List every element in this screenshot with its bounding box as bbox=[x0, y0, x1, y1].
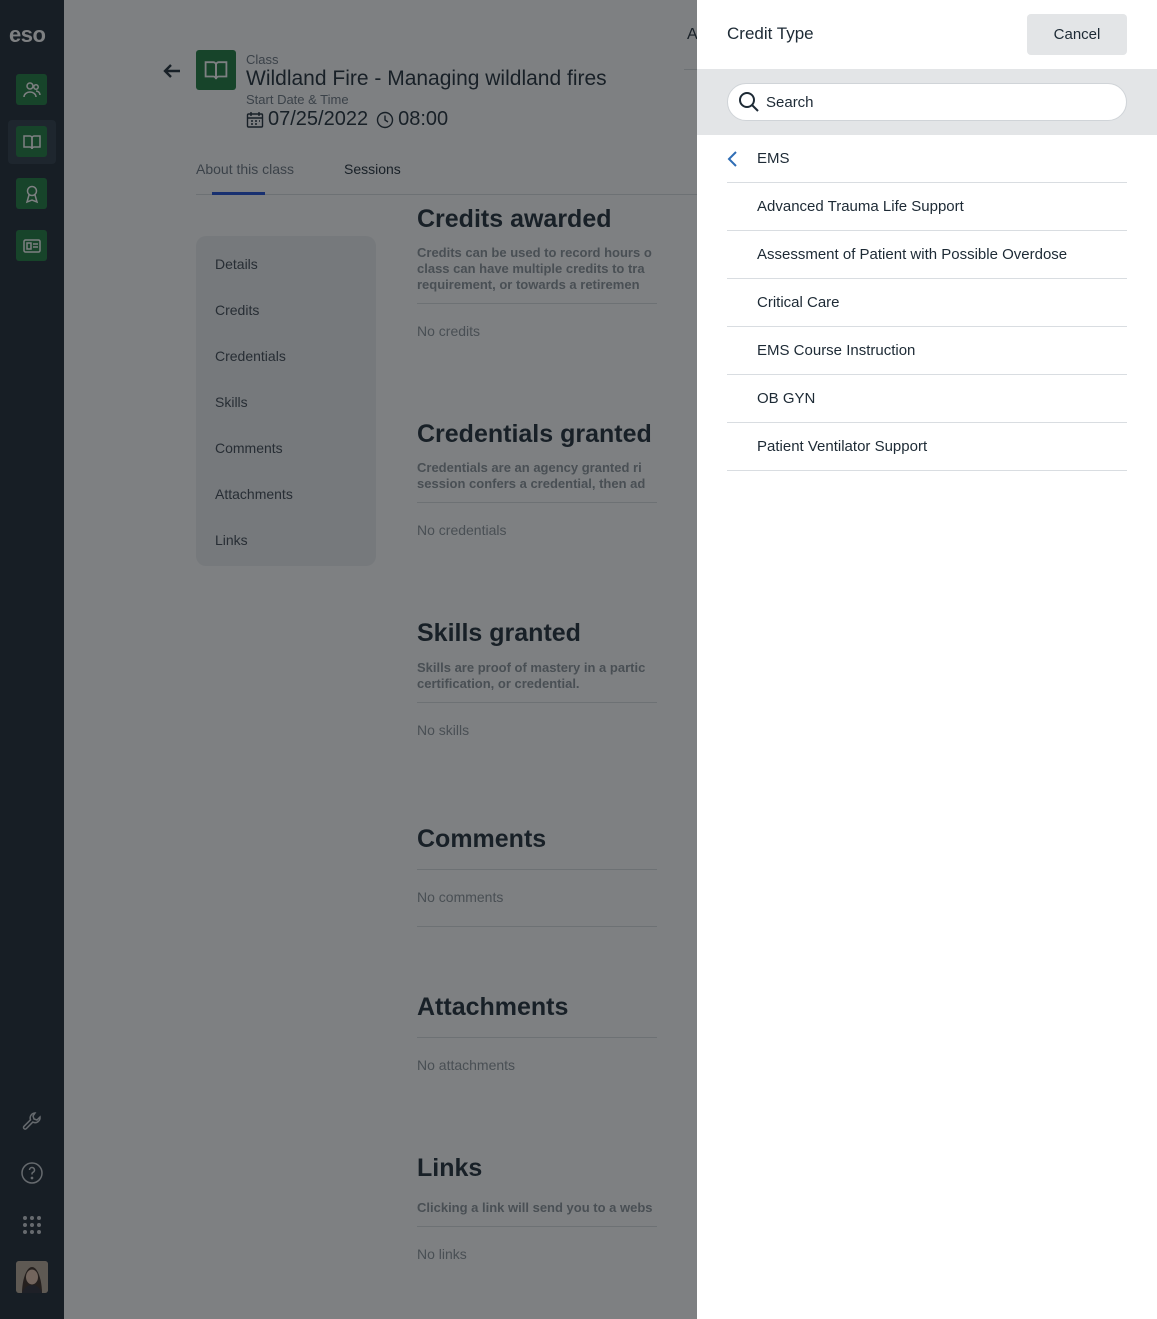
panel-title: Credit Type bbox=[727, 24, 814, 43]
nav-credentials[interactable]: Credentials bbox=[215, 348, 286, 364]
skills-divider bbox=[417, 702, 657, 703]
nav-details[interactable]: Details bbox=[215, 256, 258, 272]
links-desc: Clicking a link will send you to a webs bbox=[417, 1200, 653, 1215]
list-item[interactable]: Advanced Trauma Life Support bbox=[727, 183, 1127, 231]
tab-sessions[interactable]: Sessions bbox=[344, 161, 401, 177]
start-date: 07/25/2022 bbox=[268, 108, 369, 130]
credit-type-list: Advanced Trauma Life Support Assessment … bbox=[727, 183, 1127, 471]
id-card-icon[interactable] bbox=[16, 230, 47, 261]
skills-empty: No skills bbox=[417, 722, 470, 738]
wrench-icon[interactable] bbox=[16, 1105, 47, 1136]
section-nav: Details Credits Credentials Skills Comme… bbox=[196, 236, 376, 566]
award-icon[interactable] bbox=[16, 178, 47, 209]
credits-title: Credits awarded bbox=[417, 205, 612, 233]
list-item[interactable]: Assessment of Patient with Possible Over… bbox=[727, 231, 1127, 279]
links-empty: No links bbox=[417, 1246, 467, 1262]
search-input[interactable] bbox=[766, 93, 1106, 111]
credentials-desc: Credentials are an agency granted ri ses… bbox=[417, 460, 646, 491]
nav-comments[interactable]: Comments bbox=[215, 440, 283, 456]
links-title: Links bbox=[417, 1154, 483, 1182]
class-book-icon bbox=[196, 50, 236, 90]
attachments-empty: No attachments bbox=[417, 1057, 516, 1073]
cancel-button[interactable]: Cancel bbox=[1027, 14, 1127, 55]
nav-skills[interactable]: Skills bbox=[215, 394, 248, 410]
credits-empty: No credits bbox=[417, 323, 481, 339]
list-item[interactable]: Critical Care bbox=[727, 279, 1127, 327]
comments-empty: No comments bbox=[417, 889, 504, 905]
start-time: 08:00 bbox=[398, 108, 449, 130]
active-tab-underline bbox=[212, 192, 265, 195]
search-icon bbox=[739, 92, 759, 112]
clock-icon bbox=[376, 111, 394, 128]
comments-divider bbox=[417, 869, 657, 870]
skills-title: Skills granted bbox=[417, 619, 581, 647]
nav-links[interactable]: Links bbox=[215, 532, 248, 548]
breadcrumb[interactable]: EMS bbox=[727, 135, 1127, 183]
people-icon[interactable] bbox=[16, 74, 47, 105]
credentials-empty: No credentials bbox=[417, 522, 507, 538]
apps-grid-icon[interactable] bbox=[16, 1209, 47, 1240]
attachments-divider bbox=[417, 1037, 657, 1038]
date-time-row: 07/25/2022 08:00 bbox=[246, 108, 448, 131]
skills-desc: Skills are proof of mastery in a partic … bbox=[417, 660, 646, 691]
comments-bottom-divider bbox=[417, 926, 657, 927]
credits-desc: Credits can be used to record hours o cl… bbox=[417, 245, 652, 292]
eso-logo: eso bbox=[9, 22, 46, 47]
help-icon[interactable] bbox=[16, 1157, 47, 1188]
nav-attachments[interactable]: Attachments bbox=[215, 486, 293, 502]
credit-type-panel: Credit Type Cancel EMS Advanced Trauma L… bbox=[697, 0, 1157, 1319]
date-kicker: Start Date & Time bbox=[246, 92, 349, 107]
nav-credits[interactable]: Credits bbox=[215, 302, 259, 318]
tab-about[interactable]: About this class bbox=[196, 161, 294, 177]
credits-divider bbox=[417, 303, 657, 304]
links-divider bbox=[417, 1226, 657, 1227]
class-tabs: About this class Sessions bbox=[196, 150, 716, 195]
list-item[interactable]: OB GYN bbox=[727, 375, 1127, 423]
credentials-divider bbox=[417, 502, 657, 503]
list-item[interactable]: Patient Ventilator Support bbox=[727, 423, 1127, 471]
app-rail: eso bbox=[0, 0, 64, 1319]
chevron-left-icon[interactable] bbox=[727, 150, 757, 168]
comments-title: Comments bbox=[417, 825, 547, 853]
class-title: Wildland Fire - Managing wildland fires bbox=[246, 67, 607, 90]
back-arrow-icon[interactable] bbox=[161, 60, 183, 82]
calendar-icon bbox=[246, 111, 264, 128]
credentials-title: Credentials granted bbox=[417, 420, 652, 448]
breadcrumb-label: EMS bbox=[757, 150, 790, 167]
book-icon[interactable] bbox=[16, 126, 47, 157]
user-avatar[interactable] bbox=[16, 1261, 48, 1293]
list-item[interactable]: EMS Course Instruction bbox=[727, 327, 1127, 375]
search-bar bbox=[697, 69, 1157, 135]
class-kicker: Class bbox=[246, 52, 279, 67]
attachments-title: Attachments bbox=[417, 993, 569, 1021]
search-box[interactable] bbox=[727, 83, 1127, 121]
